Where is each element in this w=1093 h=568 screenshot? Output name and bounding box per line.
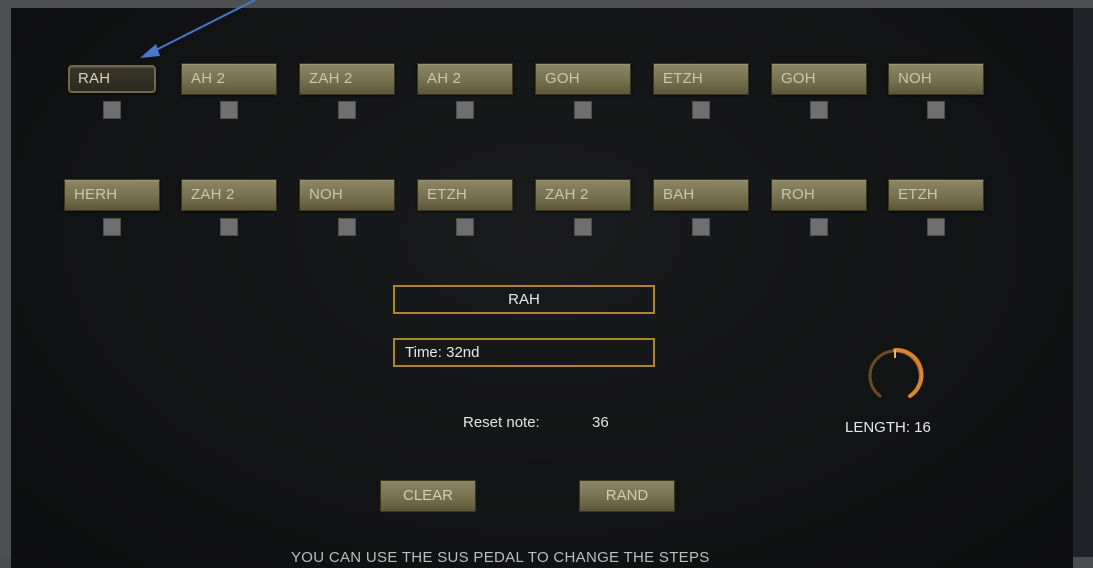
rand-button[interactable]: RAND [579, 480, 675, 512]
step-toggle-1-4[interactable] [456, 101, 474, 119]
sequencer-panel: RAH AH 2 ZAH 2 AH 2 GOH ETZH GOH NOH HER… [11, 8, 1073, 568]
step-2-8[interactable]: ETZH [888, 179, 984, 211]
step-toggle-1-7[interactable] [810, 101, 828, 119]
footer-instruction: YOU CAN USE THE SUS PEDAL TO CHANGE THE … [291, 549, 710, 566]
step-toggle-2-8[interactable] [927, 218, 945, 236]
step-toggle-2-3[interactable] [338, 218, 356, 236]
time-display[interactable]: Time: 32nd [393, 338, 655, 367]
step-2-3[interactable]: NOH [299, 179, 395, 211]
step-1-3[interactable]: ZAH 2 [299, 63, 395, 95]
step-2-4[interactable]: ETZH [417, 179, 513, 211]
length-label: LENGTH: 16 [845, 419, 931, 436]
note-display[interactable]: RAH [393, 285, 655, 314]
step-toggle-1-8[interactable] [927, 101, 945, 119]
step-2-2[interactable]: ZAH 2 [181, 179, 277, 211]
reset-note-label: Reset note: [463, 414, 540, 431]
step-2-1[interactable]: HERH [64, 179, 160, 211]
step-toggle-2-2[interactable] [220, 218, 238, 236]
step-1-1[interactable]: RAH [68, 65, 156, 93]
step-1-2[interactable]: AH 2 [181, 63, 277, 95]
step-toggle-2-6[interactable] [692, 218, 710, 236]
step-1-5[interactable]: GOH [535, 63, 631, 95]
step-toggle-2-7[interactable] [810, 218, 828, 236]
step-toggle-1-6[interactable] [692, 101, 710, 119]
clear-button[interactable]: CLEAR [380, 480, 476, 512]
step-1-6[interactable]: ETZH [653, 63, 749, 95]
right-edge-strip [1073, 8, 1093, 557]
step-toggle-2-4[interactable] [456, 218, 474, 236]
step-toggle-2-1[interactable] [103, 218, 121, 236]
length-knob-arc [893, 347, 924, 398]
step-1-7[interactable]: GOH [771, 63, 867, 95]
step-toggle-1-3[interactable] [338, 101, 356, 119]
step-toggle-1-5[interactable] [574, 101, 592, 119]
step-1-8[interactable]: NOH [888, 63, 984, 95]
step-2-7[interactable]: ROH [771, 179, 867, 211]
step-2-6[interactable]: BAH [653, 179, 749, 211]
reset-note-value[interactable]: 36 [592, 414, 609, 431]
step-1-4[interactable]: AH 2 [417, 63, 513, 95]
step-toggle-2-5[interactable] [574, 218, 592, 236]
step-2-5[interactable]: ZAH 2 [535, 179, 631, 211]
step-toggle-1-2[interactable] [220, 101, 238, 119]
step-toggle-1-1[interactable] [103, 101, 121, 119]
length-knob[interactable] [860, 340, 930, 410]
